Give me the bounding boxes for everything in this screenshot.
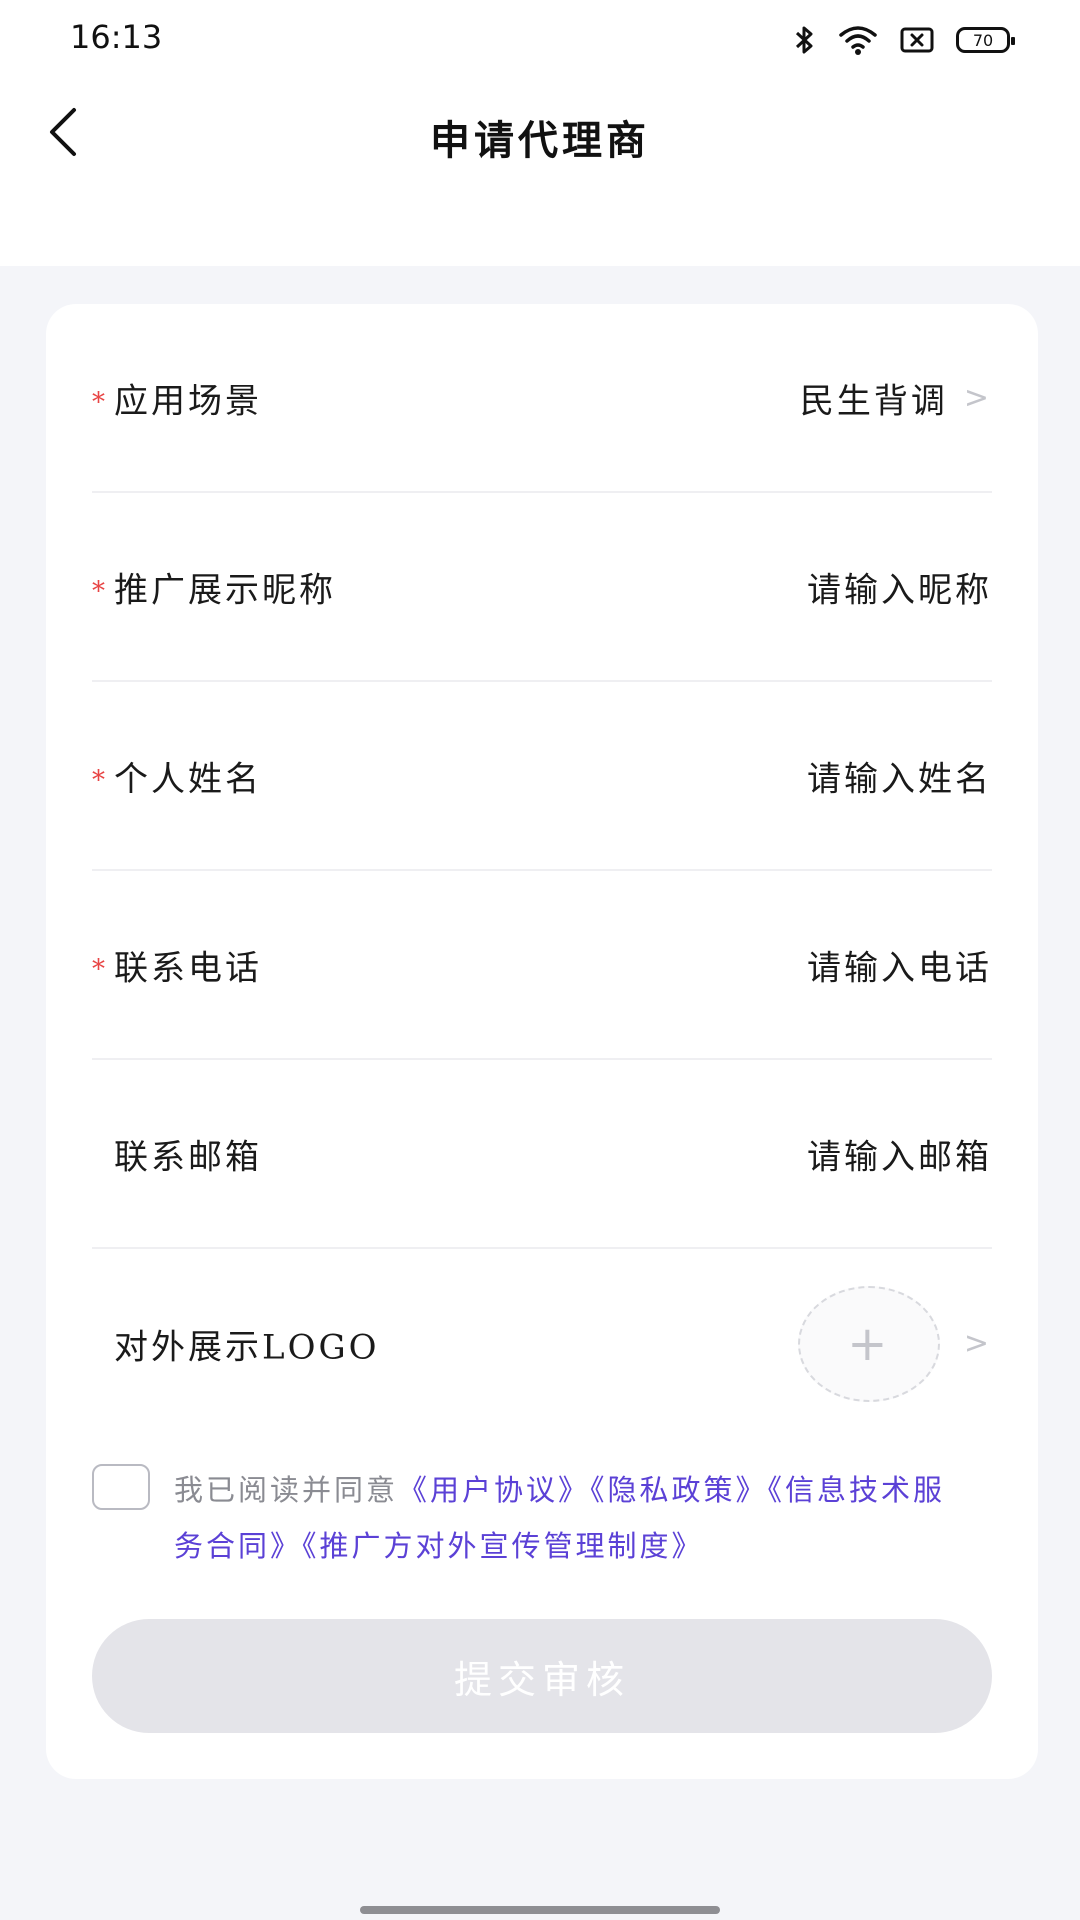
link-promotion-policy[interactable]: 《推广方对外宣传管理制度》 xyxy=(302,1529,704,1563)
chevron-right-icon: > xyxy=(963,1326,992,1361)
chevron-right-icon: > xyxy=(963,380,992,415)
form-card: * 应用场景 民生背调 > * 推广展示昵称 请输入昵称 * 个人姓名 请输入姓… xyxy=(46,304,1038,1779)
home-indicator[interactable] xyxy=(360,1906,720,1914)
phone-input[interactable]: 请输入电话 xyxy=(807,940,992,989)
required-mark: * xyxy=(92,387,108,418)
nickname-input[interactable]: 请输入昵称 xyxy=(807,562,992,611)
submit-review-button[interactable]: 提交审核 xyxy=(92,1619,992,1733)
agreement-checkbox[interactable] xyxy=(92,1464,150,1510)
link-user-agreement[interactable]: 《用户协议》 xyxy=(398,1473,590,1507)
field-scene-select[interactable]: 民生背调 > xyxy=(800,373,992,422)
field-name-label: * 个人姓名 xyxy=(92,759,262,799)
field-logo: 对外展示LOGO + > xyxy=(92,1249,992,1438)
required-mark: * xyxy=(92,576,108,607)
status-bar: 16:13 70 xyxy=(0,0,1080,80)
field-logo-label: 对外展示LOGO xyxy=(114,1327,380,1367)
status-time: 16:13 xyxy=(70,18,163,56)
field-phone: * 联系电话 请输入电话 xyxy=(92,871,992,1060)
page-title: 申请代理商 xyxy=(430,117,650,164)
status-icons: 70 xyxy=(794,20,1015,60)
app-header: 申请代理商 xyxy=(0,80,1080,266)
field-nickname: * 推广展示昵称 请输入昵称 xyxy=(92,493,992,682)
email-input[interactable]: 请输入邮箱 xyxy=(807,1129,992,1178)
field-nickname-label: * 推广展示昵称 xyxy=(92,570,336,610)
battery-icon: 70 xyxy=(956,27,1015,53)
required-mark: * xyxy=(92,765,108,796)
logo-upload-control[interactable]: + > xyxy=(797,1285,992,1402)
bluetooth-icon xyxy=(795,26,813,54)
field-email: 联系邮箱 请输入邮箱 xyxy=(92,1060,992,1249)
plus-icon: + xyxy=(847,1315,891,1372)
field-scene-label: * 应用场景 xyxy=(92,381,262,421)
logo-upload-button[interactable]: + xyxy=(797,1285,940,1402)
required-mark: * xyxy=(92,954,108,985)
field-scene-value: 民生背调 xyxy=(799,381,948,421)
field-name: * 个人姓名 请输入姓名 xyxy=(92,682,992,871)
field-phone-label: * 联系电话 xyxy=(92,948,262,988)
wifi-icon xyxy=(839,26,877,55)
name-input[interactable]: 请输入姓名 xyxy=(807,751,992,800)
sim-off-icon xyxy=(900,27,934,53)
field-email-label: 联系邮箱 xyxy=(114,1137,262,1177)
link-privacy-policy[interactable]: 《隐私政策》 xyxy=(590,1473,768,1507)
agreement-text: 我已阅读并同意《用户协议》《隐私政策》《信息技术服务合同》《推广方对外宣传管理制… xyxy=(174,1473,946,1563)
field-scene[interactable]: * 应用场景 民生背调 > xyxy=(92,304,992,493)
